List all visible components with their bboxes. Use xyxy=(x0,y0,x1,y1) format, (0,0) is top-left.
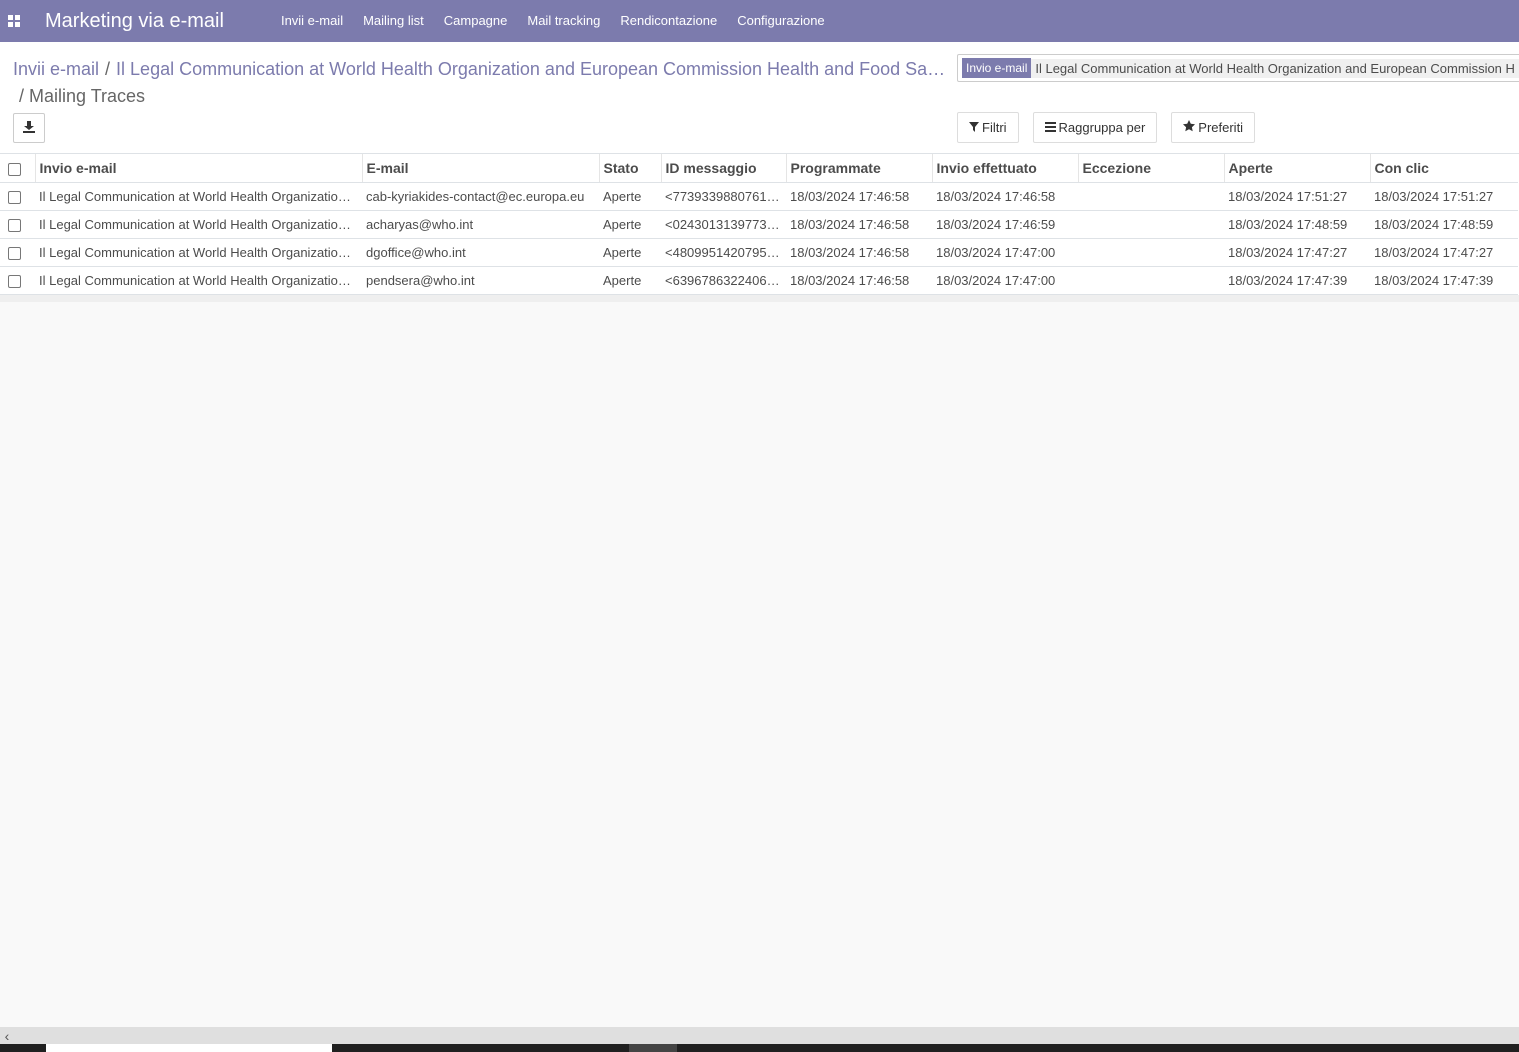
cell-email[interactable]: dgoffice@who.int xyxy=(362,238,599,267)
group-by-button[interactable]: Raggruppa per xyxy=(1032,112,1158,143)
column-header-stato[interactable]: Stato xyxy=(598,154,661,183)
cell-eccezione[interactable] xyxy=(1078,238,1224,267)
menu-item-mailing-list[interactable]: Mailing list xyxy=(353,0,434,42)
group-by-label: Raggruppa per xyxy=(1058,120,1146,135)
taskbar-item[interactable] xyxy=(629,1044,677,1052)
apps-grid-icon[interactable] xyxy=(0,0,28,42)
search-bar[interactable]: Invio e-mail Il Legal Communication at W… xyxy=(957,54,1519,82)
scroll-left-icon[interactable]: ‹ xyxy=(0,1027,14,1044)
select-all-checkbox[interactable] xyxy=(8,162,21,176)
menu-item-mail-tracking[interactable]: Mail tracking xyxy=(517,0,610,42)
cell-eccezione[interactable] xyxy=(1078,266,1224,295)
traces-list-view: Invio e-mail E-mail Stato ID messaggio P… xyxy=(0,154,1519,302)
cell-id-messaggio[interactable]: <7739339880761… xyxy=(661,182,786,211)
cell-eccezione[interactable] xyxy=(1078,182,1224,211)
row-select-cell xyxy=(0,238,35,267)
column-header-invio-email[interactable]: Invio e-mail xyxy=(34,154,362,183)
cell-stato[interactable]: Aperte xyxy=(599,182,661,211)
app-brand[interactable]: Marketing via e-mail xyxy=(45,10,224,33)
favorites-label: Preferiti xyxy=(1198,120,1244,135)
list-icon xyxy=(1044,121,1056,135)
row-select-cell xyxy=(0,182,35,211)
column-header-id-messaggio[interactable]: ID messaggio xyxy=(660,154,786,183)
filters-label: Filtri xyxy=(982,120,1007,135)
table-row[interactable]: Il Legal Communication at World Health O… xyxy=(0,266,1518,295)
filters-button[interactable]: Filtri xyxy=(957,112,1019,143)
cell-aperte[interactable]: 18/03/2024 17:47:27 xyxy=(1224,238,1370,267)
cell-id-messaggio[interactable]: <0243013139773… xyxy=(661,210,786,239)
cell-aperte[interactable]: 18/03/2024 17:48:59 xyxy=(1224,210,1370,239)
cell-aperte[interactable]: 18/03/2024 17:51:27 xyxy=(1224,182,1370,211)
cell-con-clic[interactable]: 18/03/2024 17:47:27 xyxy=(1370,238,1518,267)
table-footer-band xyxy=(0,294,1519,302)
column-header-email[interactable]: E-mail xyxy=(361,154,599,183)
cell-programmate[interactable]: 18/03/2024 17:46:58 xyxy=(786,210,932,239)
cell-programmate[interactable]: 18/03/2024 17:46:58 xyxy=(786,238,932,267)
table-row[interactable]: Il Legal Communication at World Health O… xyxy=(0,182,1518,211)
row-checkbox[interactable] xyxy=(8,274,21,288)
table-row[interactable]: Il Legal Communication at World Health O… xyxy=(0,238,1518,267)
row-checkbox[interactable] xyxy=(8,246,21,260)
search-options: Filtri Raggruppa per Preferiti xyxy=(957,112,1269,143)
menu-item-configurazione[interactable]: Configurazione xyxy=(727,0,834,42)
cell-con-clic[interactable]: 18/03/2024 17:48:59 xyxy=(1370,210,1518,239)
control-panel: Invii e-mail / Il Legal Communication at… xyxy=(0,42,1519,154)
cell-invio-email[interactable]: Il Legal Communication at World Health O… xyxy=(35,182,362,211)
cell-programmate[interactable]: 18/03/2024 17:46:58 xyxy=(786,266,932,295)
cell-email[interactable]: cab-kyriakides-contact@ec.europa.eu xyxy=(362,182,599,211)
row-checkbox[interactable] xyxy=(8,190,21,204)
cell-invio-effettuato[interactable]: 18/03/2024 17:46:59 xyxy=(932,210,1078,239)
cell-aperte[interactable]: 18/03/2024 17:47:39 xyxy=(1224,266,1370,295)
cell-stato[interactable]: Aperte xyxy=(599,238,661,267)
cell-con-clic[interactable]: 18/03/2024 17:51:27 xyxy=(1370,182,1518,211)
star-icon xyxy=(1183,120,1196,135)
cell-programmate[interactable]: 18/03/2024 17:46:58 xyxy=(786,182,932,211)
download-icon xyxy=(23,121,35,135)
cell-id-messaggio[interactable]: <6396786322406… xyxy=(661,266,786,295)
menu-item-campagne[interactable]: Campagne xyxy=(434,0,518,42)
column-header-aperte[interactable]: Aperte xyxy=(1223,154,1370,183)
select-all-cell xyxy=(0,154,35,183)
traces-table: Invio e-mail E-mail Stato ID messaggio P… xyxy=(0,154,1518,295)
favorites-button[interactable]: Preferiti xyxy=(1171,112,1256,143)
cell-con-clic[interactable]: 18/03/2024 17:47:39 xyxy=(1370,266,1518,295)
breadcrumb-current: / Mailing Traces xyxy=(19,86,146,106)
cell-stato[interactable]: Aperte xyxy=(599,266,661,295)
column-header-programmate[interactable]: Programmate xyxy=(785,154,932,183)
cell-invio-email[interactable]: Il Legal Communication at World Health O… xyxy=(35,210,362,239)
row-checkbox[interactable] xyxy=(8,218,21,232)
search-facet-label: Invio e-mail xyxy=(962,58,1032,78)
horizontal-scrollbar[interactable]: ‹ xyxy=(0,1027,1519,1044)
cell-email[interactable]: acharyas@who.int xyxy=(362,210,599,239)
main-menu: Invii e-mail Mailing list Campagne Mail … xyxy=(271,0,835,42)
table-header-row: Invio e-mail E-mail Stato ID messaggio P… xyxy=(0,154,1518,183)
cell-stato[interactable]: Aperte xyxy=(599,210,661,239)
breadcrumb: Invii e-mail / Il Legal Communication at… xyxy=(13,56,948,110)
cell-invio-effettuato[interactable]: 18/03/2024 17:47:00 xyxy=(932,266,1078,295)
breadcrumb-separator: / xyxy=(105,59,111,79)
cell-id-messaggio[interactable]: <4809951420795… xyxy=(661,238,786,267)
table-row[interactable]: Il Legal Communication at World Health O… xyxy=(0,210,1518,239)
menu-item-rendicontazione[interactable]: Rendicontazione xyxy=(610,0,727,42)
filter-icon xyxy=(969,121,979,135)
breadcrumb-root[interactable]: Invii e-mail xyxy=(13,56,99,83)
taskbar-item[interactable] xyxy=(46,1044,332,1052)
column-header-con-clic[interactable]: Con clic xyxy=(1369,154,1518,183)
row-select-cell xyxy=(0,266,35,295)
column-header-invio-effettuato[interactable]: Invio effettuato xyxy=(931,154,1078,183)
menu-item-invii-email[interactable]: Invii e-mail xyxy=(271,0,353,42)
cell-invio-effettuato[interactable]: 18/03/2024 17:47:00 xyxy=(932,238,1078,267)
taskbar xyxy=(0,1044,1519,1052)
breadcrumb-mailing[interactable]: Il Legal Communication at World Health O… xyxy=(116,56,945,83)
search-facet-value[interactable]: Il Legal Communication at World Health O… xyxy=(1031,58,1519,78)
cell-invio-email[interactable]: Il Legal Communication at World Health O… xyxy=(35,238,362,267)
row-select-cell xyxy=(0,210,35,239)
cell-email[interactable]: pendsera@who.int xyxy=(362,266,599,295)
column-header-eccezione[interactable]: Eccezione xyxy=(1077,154,1224,183)
cell-invio-email[interactable]: Il Legal Communication at World Health O… xyxy=(35,266,362,295)
cell-eccezione[interactable] xyxy=(1078,210,1224,239)
top-navbar: Marketing via e-mail Invii e-mail Mailin… xyxy=(0,0,1519,42)
cell-invio-effettuato[interactable]: 18/03/2024 17:46:58 xyxy=(932,182,1078,211)
export-button[interactable] xyxy=(13,113,45,143)
